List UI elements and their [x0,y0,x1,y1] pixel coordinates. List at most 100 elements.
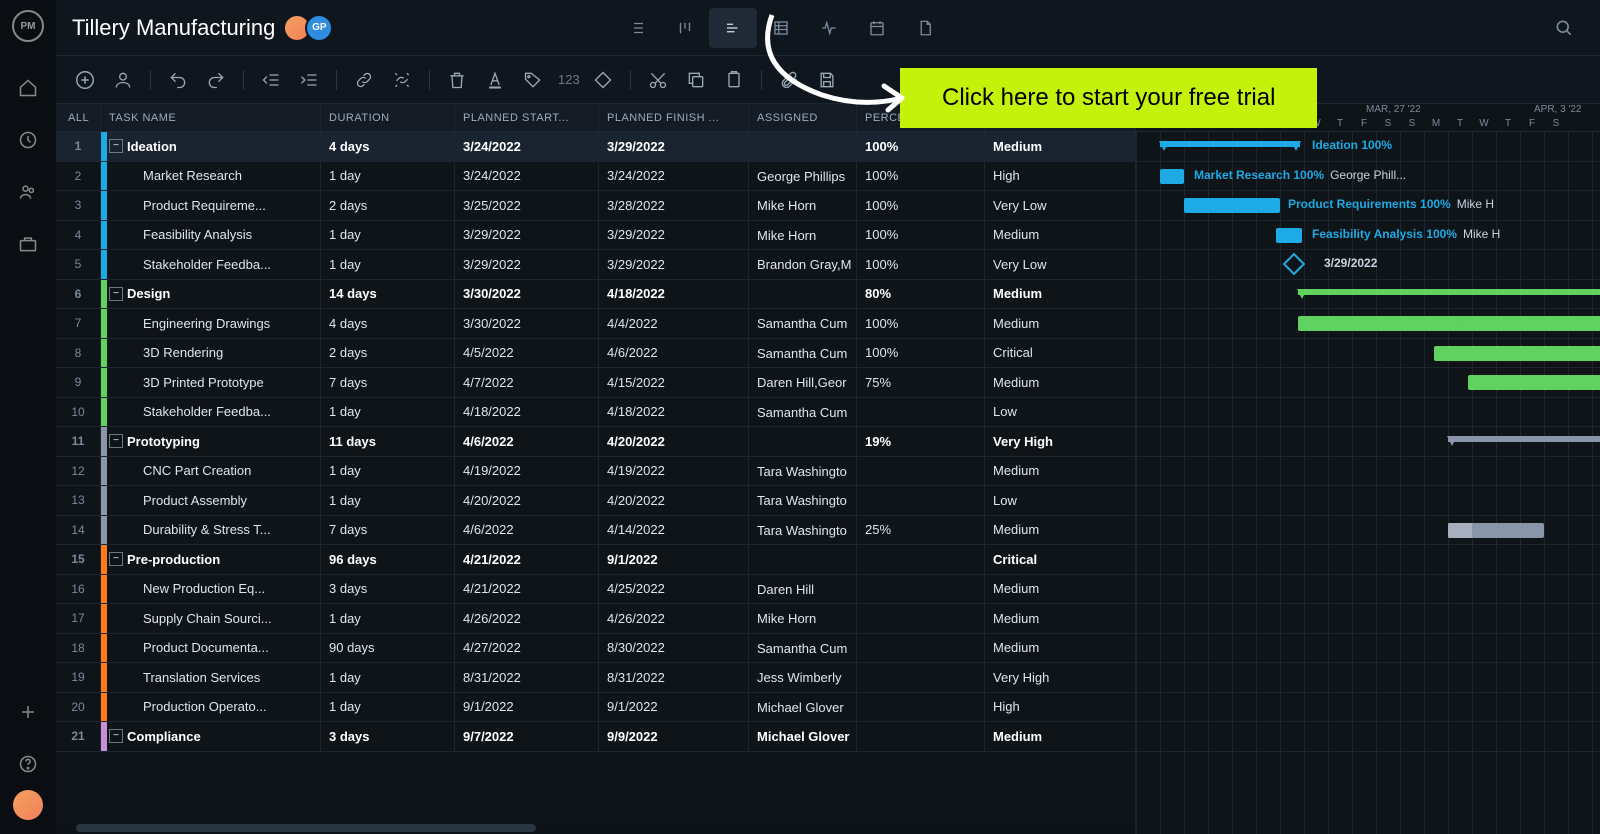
cell-start[interactable]: 4/27/2022 [454,634,598,663]
cell-finish[interactable]: 4/20/2022 [598,486,748,515]
cell-percent[interactable]: 100% [856,132,984,161]
cell-start[interactable]: 3/29/2022 [454,221,598,250]
cell-assigned[interactable] [748,545,856,574]
redo-icon[interactable] [199,63,233,97]
cell-finish[interactable]: 3/29/2022 [598,221,748,250]
cell-assigned[interactable]: Samantha Cum [748,339,856,368]
col-header-finish[interactable]: PLANNED FINISH ... [598,104,748,131]
free-trial-cta[interactable]: Click here to start your free trial [900,68,1317,128]
table-row[interactable]: 14 Durability & Stress T... 7 days 4/6/2… [56,516,1135,546]
cell-finish[interactable]: 4/18/2022 [598,280,748,309]
cell-priority[interactable]: High [984,693,1072,722]
cell-duration[interactable]: 1 day [320,486,454,515]
cell-finish[interactable]: 3/29/2022 [598,250,748,279]
view-file-icon[interactable] [901,8,949,48]
cell-assigned[interactable] [748,280,856,309]
table-row[interactable]: 1 − Ideation 4 days 3/24/2022 3/29/2022 … [56,132,1135,162]
table-row[interactable]: 11 − Prototyping 11 days 4/6/2022 4/20/2… [56,427,1135,457]
gantt-row[interactable] [1136,398,1600,428]
attachment-icon[interactable] [772,63,806,97]
gantt-task-bar[interactable] [1160,169,1184,184]
gantt-row[interactable] [1136,663,1600,693]
cell-finish[interactable]: 9/1/2022 [598,545,748,574]
cell-assigned[interactable] [748,427,856,456]
cell-assigned[interactable]: Daren Hill [748,575,856,604]
table-row[interactable]: 5 Stakeholder Feedba... 1 day 3/29/2022 … [56,250,1135,280]
cell-duration[interactable]: 2 days [320,339,454,368]
cell-percent[interactable] [856,722,984,751]
cell-percent[interactable] [856,634,984,663]
cell-priority[interactable]: Very Low [984,250,1072,279]
cell-duration[interactable]: 4 days [320,309,454,338]
nav-recent-icon[interactable] [8,120,48,160]
cell-percent[interactable] [856,604,984,633]
cell-finish[interactable]: 4/18/2022 [598,398,748,427]
cell-duration[interactable]: 96 days [320,545,454,574]
cell-duration[interactable]: 1 day [320,162,454,191]
avatar-2[interactable]: GP [305,14,333,42]
gantt-task-bar[interactable] [1448,523,1544,538]
nav-add-icon[interactable] [8,692,48,732]
table-row[interactable]: 10 Stakeholder Feedba... 1 day 4/18/2022… [56,398,1135,428]
gantt-task-bar[interactable] [1276,228,1302,243]
cell-finish[interactable]: 4/20/2022 [598,427,748,456]
view-board-icon[interactable] [661,8,709,48]
cell-duration[interactable]: 1 day [320,221,454,250]
gantt-row[interactable]: Feasibility Analysis 100%Mike H [1136,221,1600,251]
copy-icon[interactable] [679,63,713,97]
cell-finish[interactable]: 4/15/2022 [598,368,748,397]
delete-icon[interactable] [440,63,474,97]
gantt-task-bar[interactable] [1184,198,1280,213]
cell-start[interactable]: 4/6/2022 [454,516,598,545]
gantt-summary-bar[interactable] [1160,141,1300,147]
cell-duration[interactable]: 7 days [320,516,454,545]
cell-priority[interactable]: Low [984,398,1072,427]
cell-assigned[interactable]: Jess Wimberly [748,663,856,692]
add-task-icon[interactable] [68,63,102,97]
gantt-row[interactable]: Engineering D [1136,309,1600,339]
table-row[interactable]: 20 Production Operato... 1 day 9/1/2022 … [56,693,1135,723]
paste-icon[interactable] [717,63,751,97]
cell-assigned[interactable]: Samantha Cum [748,634,856,663]
gantt-summary-bar[interactable] [1298,289,1600,295]
cell-assigned[interactable] [748,132,856,161]
gantt-row[interactable]: Market Research 100%George Phill... [1136,162,1600,192]
expand-toggle[interactable]: − [109,287,123,301]
view-sheet-icon[interactable] [757,8,805,48]
cell-finish[interactable]: 4/14/2022 [598,516,748,545]
table-row[interactable]: 8 3D Rendering 2 days 4/5/2022 4/6/2022 … [56,339,1135,369]
gantt-row[interactable] [1136,427,1600,457]
table-row[interactable]: 3 Product Requireme... 2 days 3/25/2022 … [56,191,1135,221]
table-row[interactable]: 4 Feasibility Analysis 1 day 3/29/2022 3… [56,221,1135,251]
gantt-task-bar[interactable] [1468,375,1600,390]
gantt-row[interactable] [1136,368,1600,398]
cell-finish[interactable]: 3/24/2022 [598,162,748,191]
cell-duration[interactable]: 1 day [320,457,454,486]
cell-finish[interactable]: 9/9/2022 [598,722,748,751]
horizontal-scrollbar[interactable] [56,822,1135,834]
assign-icon[interactable] [106,63,140,97]
cell-finish[interactable]: 3/28/2022 [598,191,748,220]
cell-duration[interactable]: 1 day [320,693,454,722]
toolbar-number-text[interactable]: 123 [554,72,582,87]
table-row[interactable]: 9 3D Printed Prototype 7 days 4/7/2022 4… [56,368,1135,398]
col-header-duration[interactable]: DURATION [320,104,454,131]
cell-start[interactable]: 4/7/2022 [454,368,598,397]
cell-duration[interactable]: 1 day [320,398,454,427]
gantt-row[interactable]: Product Requirements 100%Mike H [1136,191,1600,221]
cell-assigned[interactable]: Tara Washingto [748,457,856,486]
link-icon[interactable] [347,63,381,97]
cell-percent[interactable]: 100% [856,339,984,368]
cell-assigned[interactable]: Tara Washingto [748,516,856,545]
cell-finish[interactable]: 4/26/2022 [598,604,748,633]
gantt-row[interactable] [1136,722,1600,752]
cell-assigned[interactable]: Samantha Cum [748,309,856,338]
cell-percent[interactable] [856,457,984,486]
cell-percent[interactable]: 19% [856,427,984,456]
cell-start[interactable]: 3/30/2022 [454,280,598,309]
cell-duration[interactable]: 14 days [320,280,454,309]
cell-priority[interactable]: Medium [984,634,1072,663]
cell-finish[interactable]: 3/29/2022 [598,132,748,161]
cell-priority[interactable]: Medium [984,280,1072,309]
cell-priority[interactable]: Critical [984,545,1072,574]
